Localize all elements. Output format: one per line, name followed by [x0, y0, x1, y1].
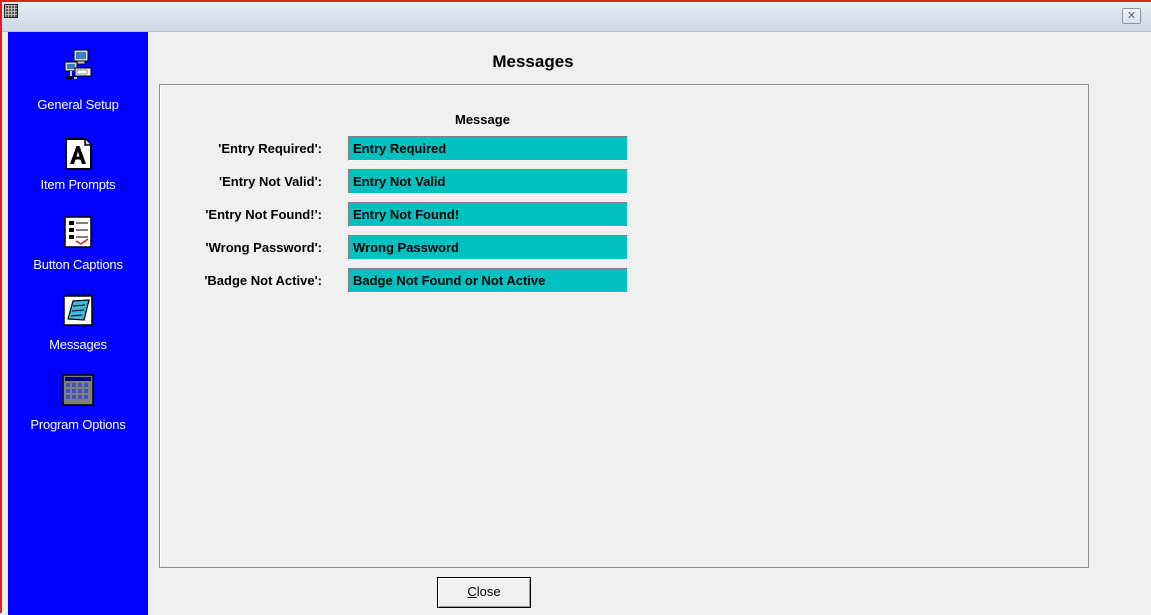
close-icon: ✕	[1126, 10, 1137, 22]
badge-not-active-field[interactable]	[348, 268, 628, 293]
label-wrong-password: 'Wrong Password':	[205, 240, 322, 255]
sidebar-item-button-captions[interactable]: Button Captions	[8, 207, 148, 277]
sidebar-item-label: General Setup	[37, 97, 119, 112]
letter-a-document-icon	[65, 138, 92, 170]
checklist-icon	[64, 216, 92, 248]
entry-not-found-field[interactable]	[348, 202, 628, 227]
sidebar-item-label: Item Prompts	[40, 177, 116, 192]
entry-required-field[interactable]	[348, 136, 628, 161]
calendar-grid-icon	[62, 374, 94, 406]
sidebar-item-label: Program Options	[30, 417, 126, 432]
app-calculator-icon[interactable]	[4, 4, 18, 18]
sidebar-item-general-setup[interactable]: General Setup	[8, 32, 148, 112]
sidebar-item-item-prompts[interactable]: Item Prompts	[8, 127, 148, 197]
close-button-accel: C	[467, 584, 477, 599]
close-button[interactable]: Close	[437, 577, 531, 608]
close-button-label: lose	[476, 584, 501, 599]
notepad-icon	[63, 293, 93, 326]
computer-network-icon	[64, 49, 92, 79]
wrong-password-field[interactable]	[348, 235, 628, 260]
label-badge-not-active: 'Badge Not Active':	[204, 273, 322, 288]
sidebar: General Setup Item Prompts Button Captio…	[8, 32, 148, 615]
label-entry-required: 'Entry Required':	[218, 141, 322, 156]
sidebar-item-program-options[interactable]: Program Options	[8, 367, 148, 437]
entry-not-valid-field[interactable]	[348, 169, 628, 194]
window-close-button[interactable]: ✕	[1122, 8, 1141, 24]
title-bar[interactable]: ✕	[2, 2, 1151, 32]
label-entry-not-found: 'Entry Not Found!':	[205, 207, 322, 222]
sidebar-item-label: Messages	[49, 337, 107, 352]
sidebar-item-label: Button Captions	[33, 257, 123, 272]
app-window: ✕ General Setup Item Prompts Button Capt…	[0, 0, 1151, 615]
sidebar-item-messages[interactable]: Messages	[8, 287, 148, 357]
column-header-message: Message	[455, 112, 510, 127]
page-title: Messages	[492, 52, 574, 71]
label-entry-not-valid: 'Entry Not Valid':	[219, 174, 322, 189]
